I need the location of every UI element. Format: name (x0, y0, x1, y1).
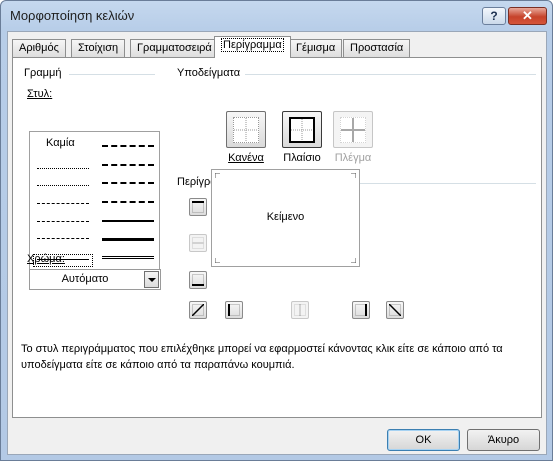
line-section-label: Γραμμή (24, 67, 62, 79)
style-option-dash-dot[interactable] (37, 221, 89, 222)
help-button[interactable]: ? (482, 7, 506, 25)
line-section-divider (69, 74, 155, 75)
style-option-double[interactable] (102, 256, 154, 259)
line-style-list[interactable]: Καμία (29, 131, 160, 273)
border-right-button[interactable] (352, 301, 370, 319)
dialog-title: Μορφοποίηση κελιών (10, 8, 135, 23)
border-diagonal-down-button[interactable] (386, 301, 404, 319)
style-option-hair[interactable] (37, 168, 89, 169)
style-option-thick[interactable] (102, 238, 154, 241)
border-tab-panel: Γραμμή Στυλ: Καμία Χρώμα: Αυτόματο Υποδε… (12, 57, 542, 418)
tab-border[interactable]: Περίγραμμα (214, 36, 291, 58)
border-left-button[interactable] (225, 301, 243, 319)
preset-inside-label: Πλέγμα (334, 152, 372, 164)
border-bottom-button[interactable] (189, 271, 207, 289)
diagonal-down-icon (389, 304, 401, 316)
help-description: Το στυλ περιγράμματος που επιλέχθηκε μπο… (21, 343, 503, 371)
border-bottom-icon (192, 274, 204, 286)
style-option-medium[interactable] (102, 220, 154, 222)
preset-none-label: Κανένα (228, 152, 264, 164)
preset-inside-button[interactable] (333, 111, 373, 148)
border-inside-vertical-button[interactable] (291, 301, 309, 319)
border-left-icon (228, 304, 240, 316)
format-cells-dialog: Μορφοποίηση κελιών ? ✕ Αριθμός Στοίχιση … (0, 0, 553, 461)
border-diagonal-up-button[interactable] (189, 301, 207, 319)
tab-protection[interactable]: Προστασία (343, 39, 411, 57)
color-value: Αυτόματο (61, 273, 109, 285)
tab-fill[interactable]: Γέμισμα (289, 39, 343, 57)
preset-inside-icon (340, 116, 366, 143)
border-inside-vertical-icon (294, 304, 306, 316)
border-inside-horizontal-icon (192, 237, 204, 249)
style-option-slant-dash-dot[interactable] (102, 164, 154, 166)
style-option-medium-dash-dot[interactable] (102, 182, 154, 184)
border-top-button[interactable] (189, 198, 207, 216)
preset-outline-icon (289, 116, 315, 143)
style-option-dash-dot-dot[interactable] (37, 203, 89, 204)
border-preview-area[interactable]: Κείμενο (211, 169, 360, 267)
chevron-down-icon[interactable] (144, 271, 159, 288)
close-button[interactable]: ✕ (508, 7, 547, 25)
presets-section-label: Υποδείγματα (177, 67, 241, 79)
color-dropdown[interactable]: Αυτόματο (29, 269, 161, 290)
style-option-medium-dashed[interactable] (102, 201, 154, 203)
diagonal-up-icon (192, 304, 204, 316)
tab-alignment[interactable]: Στοίχιση (71, 39, 126, 57)
dialog-body: Αριθμός Στοίχιση Γραμματοσειρά Περίγραμμ… (7, 31, 547, 455)
style-option-dotted[interactable] (37, 185, 89, 186)
presets-section-divider (245, 74, 536, 75)
color-label: Χρώμα: (27, 253, 65, 265)
style-option-none[interactable]: Καμία (46, 137, 75, 149)
style-label: Στυλ: (27, 88, 53, 100)
ok-button[interactable]: OK (387, 429, 460, 451)
style-option-dashed[interactable] (37, 238, 89, 239)
border-right-icon (355, 304, 367, 316)
border-inside-horizontal-button[interactable] (189, 234, 207, 252)
preset-outline-button[interactable] (282, 111, 322, 148)
cancel-button[interactable]: Άκυρο (467, 429, 540, 451)
border-top-icon (192, 201, 204, 213)
tab-number[interactable]: Αριθμός (12, 39, 66, 57)
preview-text: Κείμενο (266, 211, 305, 223)
preset-none-button[interactable] (226, 111, 266, 148)
style-option-medium-dash-dot-dot[interactable] (102, 145, 154, 147)
title-bar[interactable]: Μορφοποίηση κελιών ? ✕ (1, 1, 552, 31)
preset-none-icon (233, 116, 259, 143)
tab-font[interactable]: Γραμματοσειρά (130, 39, 219, 57)
